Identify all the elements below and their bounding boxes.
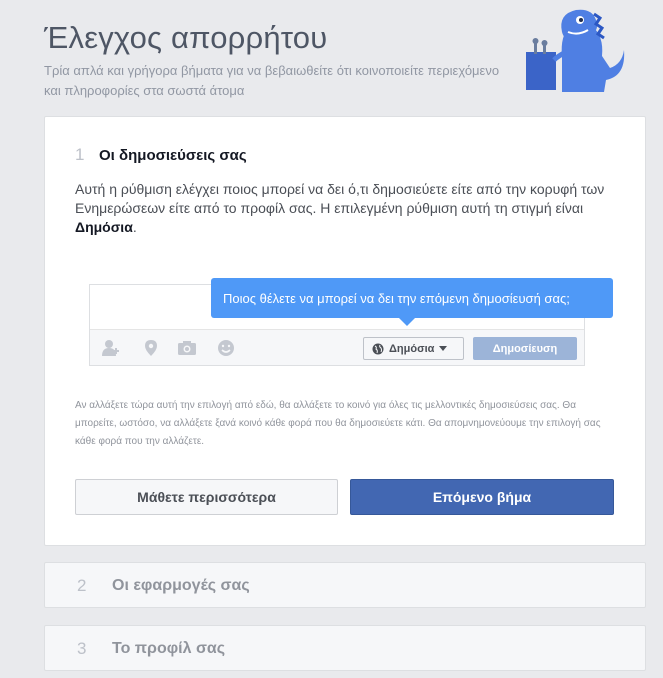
step-number: 2 [77,576,87,595]
step-title: Το προφίλ σας [112,640,226,657]
current-audience: Δημόσια [75,219,133,235]
page-subtitle: Τρία απλά και γρήγορα βήματα για να βεβα… [44,63,500,98]
step1-description: Αυτή η ρύθμιση ελέγχει ποιος μπορεί να δ… [75,181,605,235]
step2-header: 2 Οι εφαρμογές σας [77,576,250,596]
learn-more-button[interactable]: Μάθετε περισσότερα [75,479,338,515]
privacy-dinosaur-icon [526,9,625,92]
step3-header: 3 Το προφίλ σας [77,639,225,659]
step2-panel[interactable]: 2 Οι εφαρμογές σας [44,562,646,608]
audience-tooltip: Ποιος θέλετε να μπορεί να δει την επόμεν… [211,278,613,326]
location-icon[interactable] [141,339,161,357]
step-title: Οι εφαρμογές σας [112,577,250,594]
step-number: 1 [75,145,85,164]
chevron-down-icon [439,346,448,351]
audience-note: Αν αλλάξετε τώρα αυτή την επιλογή από εδ… [75,400,601,447]
step1-panel: 1 Οι δημοσιεύσεις σας Αυτή η ρύθμιση ελέ… [44,116,646,546]
audience-label: Δημόσια [389,342,435,355]
globe-icon [372,343,384,354]
next-step-button[interactable]: Επόμενο βήμα [350,479,614,515]
step-number: 3 [77,639,87,658]
step1-header: 1 Οι δημοσιεύσεις σας [75,145,247,165]
audience-selector-button[interactable]: Δημόσια [363,337,464,360]
header: Έλεγχος απορρήτου Τρία απλά και γρήγορα … [44,18,504,101]
post-button[interactable]: Δημοσίευση [473,337,577,360]
camera-icon[interactable] [177,339,197,357]
step3-panel[interactable]: 3 Το προφίλ σας [44,625,646,671]
page-title: Έλεγχος απορρήτου [44,20,328,55]
composer-toolbar: Δημόσια Δημοσίευση [90,329,584,365]
tag-friends-icon[interactable] [101,339,121,357]
step-title: Οι δημοσιεύσεις σας [99,146,247,164]
emoji-icon[interactable] [216,339,236,357]
